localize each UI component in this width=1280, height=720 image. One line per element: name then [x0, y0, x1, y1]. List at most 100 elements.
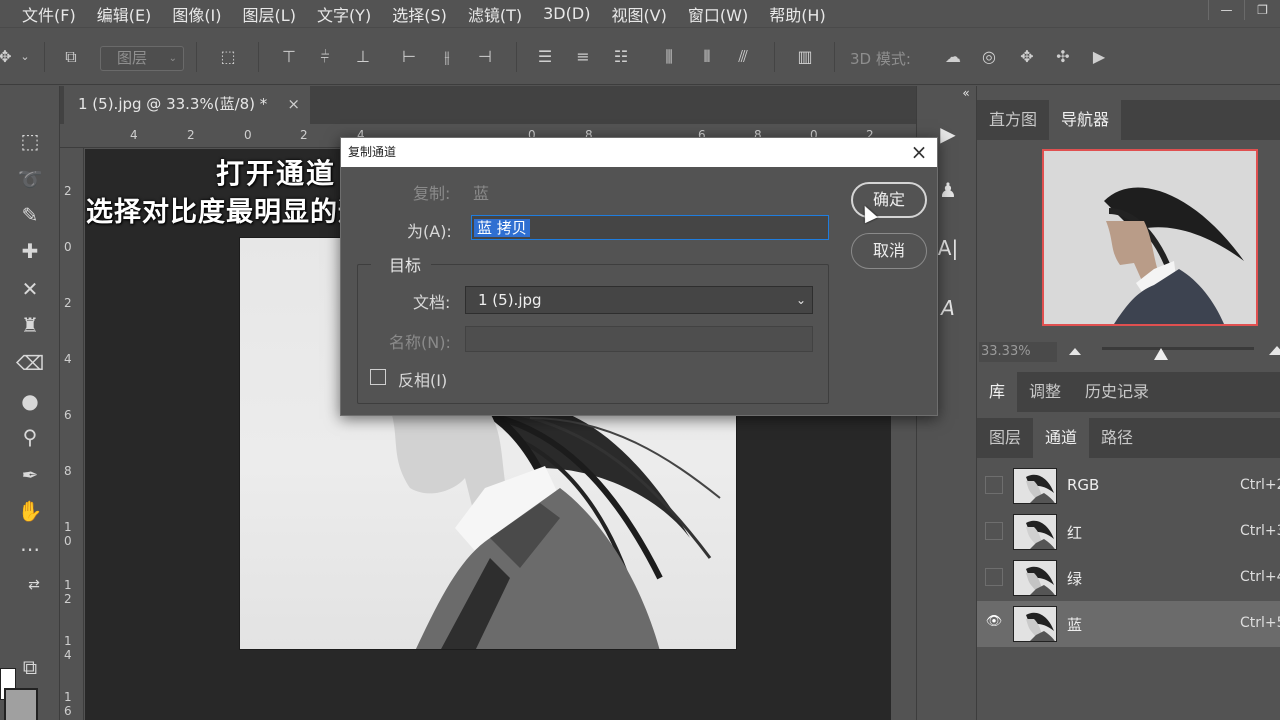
- new-document-name-input[interactable]: [465, 326, 813, 352]
- minimize-button[interactable]: —: [1208, 0, 1244, 20]
- swap-colors-icon[interactable]: ⇄: [18, 570, 50, 600]
- tab-paths[interactable]: 路径: [1089, 418, 1145, 458]
- navigator-thumbnail-image: [1044, 151, 1256, 324]
- ruler-label: 4: [64, 352, 72, 366]
- separator: [44, 42, 45, 72]
- document-dropdown[interactable]: 1 (5).jpg ⌄: [465, 286, 813, 314]
- 3d-orbit-icon[interactable]: ☁: [942, 46, 964, 68]
- distribute-spacing-icon[interactable]: ▥: [794, 46, 816, 68]
- menu-help[interactable]: 帮助(H): [769, 2, 826, 26]
- character-panel-icon[interactable]: ♟: [935, 178, 961, 204]
- paragraph-style-icon[interactable]: A: [935, 296, 961, 322]
- visibility-toggle[interactable]: [985, 476, 1003, 494]
- distribute-top-icon[interactable]: ☰: [534, 46, 556, 68]
- align-left-icon[interactable]: ⊢: [398, 46, 420, 68]
- content-aware-move-tool-icon[interactable]: ✕: [14, 274, 46, 304]
- ruler-label: 8: [64, 464, 72, 478]
- tab-navigator[interactable]: 导航器: [1049, 100, 1122, 140]
- cancel-button[interactable]: 取消: [851, 233, 927, 269]
- channel-shortcut: Ctrl+3: [1240, 523, 1280, 539]
- close-icon[interactable]: ×: [909, 138, 929, 167]
- play-action-icon[interactable]: ▶: [935, 122, 961, 148]
- align-hcenter-icon[interactable]: ⫲: [436, 46, 458, 68]
- zoom-in-icon[interactable]: [1269, 346, 1280, 355]
- ruler-label: 2: [64, 296, 72, 310]
- channel-row-red[interactable]: 红 Ctrl+3: [977, 509, 1280, 555]
- channel-row-blue[interactable]: 👁 蓝 Ctrl+5: [977, 601, 1280, 647]
- navigator-preview[interactable]: [1042, 149, 1258, 326]
- ruler-label: 1 6: [64, 690, 72, 718]
- channel-name: 蓝: [1067, 616, 1083, 634]
- menu-image[interactable]: 图像(I): [172, 2, 221, 26]
- invert-checkbox[interactable]: [370, 369, 386, 385]
- 3d-camera-icon[interactable]: ▶: [1088, 46, 1110, 68]
- screen-mode-icon[interactable]: ⧉: [14, 652, 46, 682]
- menu-window[interactable]: 窗口(W): [688, 2, 748, 26]
- 3d-pan-icon[interactable]: ✥: [1016, 46, 1038, 68]
- document-tab[interactable]: 1 (5).jpg @ 33.3%(蓝/8) * ×: [64, 86, 310, 124]
- separator: [834, 42, 835, 72]
- lasso-tool-icon[interactable]: ➰: [14, 164, 46, 194]
- 3d-roll-icon[interactable]: ◎: [978, 46, 1000, 68]
- distribute-hcenter-icon[interactable]: ⫴: [696, 46, 718, 68]
- channel-name: RGB: [1067, 476, 1100, 494]
- channel-name-input[interactable]: 蓝 拷贝: [471, 215, 829, 240]
- auto-select-dropdown[interactable]: 图层 ⌄: [100, 46, 184, 71]
- menu-layer[interactable]: 图层(L): [243, 2, 296, 26]
- marquee-tool-icon[interactable]: ⬚: [14, 126, 46, 156]
- close-tab-icon[interactable]: ×: [287, 86, 300, 122]
- distribute-left-icon[interactable]: ⫼: [658, 46, 680, 68]
- distribute-right-icon[interactable]: ⫻: [732, 46, 754, 68]
- character-style-icon[interactable]: A|: [935, 236, 961, 262]
- visibility-toggle[interactable]: [985, 568, 1003, 586]
- menu-view[interactable]: 视图(V): [611, 2, 666, 26]
- channel-shortcut: Ctrl+5: [1240, 615, 1280, 631]
- channel-row-rgb[interactable]: RGB Ctrl+2: [977, 463, 1280, 509]
- layers-tab-bar: 图层 通道 路径: [977, 418, 1280, 458]
- tab-libraries[interactable]: 库: [977, 372, 1018, 412]
- align-right-icon[interactable]: ⊣: [474, 46, 496, 68]
- tab-layers[interactable]: 图层: [977, 418, 1033, 458]
- healing-brush-tool-icon[interactable]: ✚: [14, 236, 46, 266]
- menu-type[interactable]: 文字(Y): [317, 2, 371, 26]
- zoom-out-icon[interactable]: [1069, 348, 1081, 355]
- zoom-slider-track[interactable]: [1102, 347, 1254, 350]
- tab-adjustments[interactable]: 调整: [1017, 372, 1073, 412]
- dodge-tool-icon[interactable]: ⚲: [14, 422, 46, 452]
- distribute-bottom-icon[interactable]: ☷: [610, 46, 632, 68]
- menu-select[interactable]: 选择(S): [392, 2, 447, 26]
- layers-stack-icon[interactable]: ⧉: [60, 46, 82, 68]
- clone-stamp-tool-icon[interactable]: ♜: [14, 310, 46, 340]
- more-tools-icon[interactable]: ⋯: [14, 534, 46, 564]
- tab-histogram[interactable]: 直方图: [977, 100, 1049, 140]
- channel-shortcut: Ctrl+4: [1240, 569, 1280, 585]
- hand-tool-icon[interactable]: ✋: [14, 496, 46, 526]
- channel-row-green[interactable]: 绿 Ctrl+4: [977, 555, 1280, 601]
- eye-icon[interactable]: 👁: [985, 614, 1003, 632]
- blur-tool-icon[interactable]: ●: [14, 386, 46, 416]
- navigator-tab-bar: 直方图 导航器: [977, 100, 1280, 140]
- zoom-percentage-field[interactable]: 33.33%: [979, 342, 1057, 362]
- zoom-slider-handle[interactable]: [1154, 348, 1168, 360]
- menu-edit[interactable]: 编辑(E): [97, 2, 152, 26]
- document-tab-bar: 1 (5).jpg @ 33.3%(蓝/8) * ×: [60, 86, 916, 124]
- align-top-icon[interactable]: ⊤: [278, 46, 300, 68]
- background-color-swatch[interactable]: [4, 688, 38, 720]
- align-bottom-icon[interactable]: ⊥: [352, 46, 374, 68]
- menu-filter[interactable]: 滤镜(T): [468, 2, 522, 26]
- menu-file[interactable]: 文件(F): [22, 2, 76, 26]
- visibility-toggle[interactable]: [985, 522, 1003, 540]
- tab-channels[interactable]: 通道: [1033, 418, 1090, 458]
- align-vcenter-icon[interactable]: ⫩: [314, 46, 336, 68]
- menu-3d[interactable]: 3D(D): [543, 4, 590, 23]
- pen-tool-icon[interactable]: ✒: [14, 460, 46, 490]
- transform-controls-icon[interactable]: ⬚: [217, 46, 239, 68]
- eraser-tool-icon[interactable]: ⌫: [14, 348, 46, 378]
- 3d-slide-icon[interactable]: ✣: [1052, 46, 1074, 68]
- quick-select-tool-icon[interactable]: ✎: [14, 200, 46, 230]
- channel-name: 红: [1067, 524, 1083, 542]
- tab-history[interactable]: 历史记录: [1073, 372, 1161, 412]
- restore-button[interactable]: ❐: [1244, 0, 1280, 20]
- tool-preset-chevron-icon[interactable]: ⌄: [14, 46, 36, 68]
- distribute-vcenter-icon[interactable]: ≡: [572, 46, 594, 68]
